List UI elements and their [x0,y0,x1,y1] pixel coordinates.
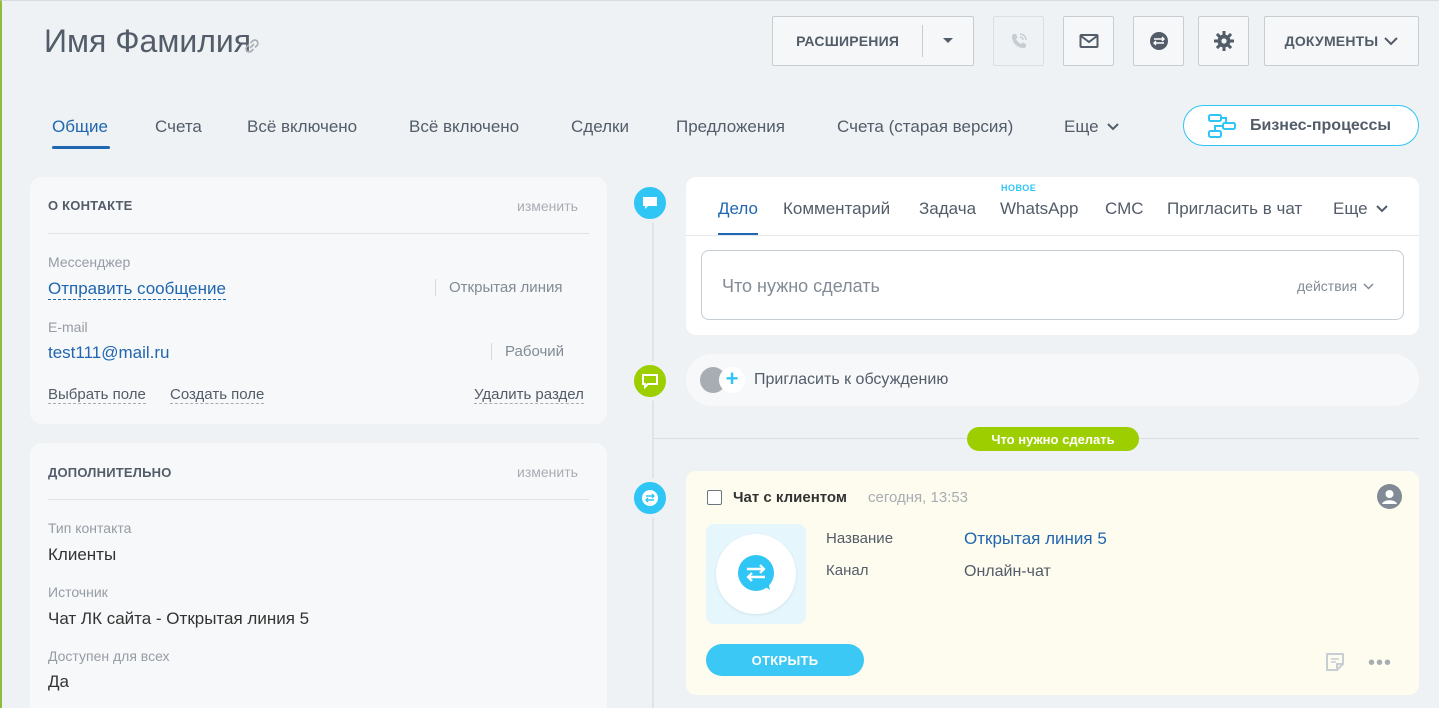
tab-all-inclusive[interactable]: Всё включено [247,117,357,137]
business-processes-button[interactable]: Бизнес-процессы [1183,105,1419,146]
gear-icon [1213,31,1234,51]
tab-quotes[interactable]: Предложения [676,117,785,137]
editor-tab-sms[interactable]: СМС [1105,199,1144,219]
open-button[interactable]: ОТКРЫТЬ [706,644,864,676]
contact-card-title: О КОНТАКТЕ [48,198,133,213]
messenger-type: Открытая линия [435,279,562,296]
actions-dropdown[interactable]: действия [1297,278,1374,294]
available-value: Да [48,672,69,691]
chevron-down-icon [1384,36,1399,45]
divider [48,499,589,500]
extensions-button[interactable]: РАСШИРЕНИЯ [772,16,974,66]
invite-label: Пригласить к обсуждению [754,371,949,388]
editor-tab-todo[interactable]: Задача [919,199,976,219]
additional-edit-link[interactable]: изменить [517,464,578,480]
contact-type-value: Клиенты [48,545,117,564]
chat-button[interactable] [1133,16,1184,66]
editor-tab-invite-chat[interactable]: Пригласить в чат [1167,199,1302,219]
phone-icon [1011,33,1027,48]
page-title: Имя Фамилия [44,23,252,59]
delete-section-link[interactable]: Удалить раздел [474,386,584,404]
chat-bubble-icon [642,374,658,389]
extensions-label: РАСШИРЕНИЯ [796,33,900,49]
email-label: E-mail [48,319,88,335]
todo-section-badge: Что нужно сделать [967,427,1139,451]
chevron-down-icon [1363,282,1374,290]
complete-checkbox[interactable] [707,490,722,505]
additional-card [30,443,607,708]
chevron-down-icon [1375,205,1388,213]
timeline-comment-node [630,183,670,223]
responsible-user-icon[interactable] [1377,484,1402,509]
name-label: Название [826,530,894,547]
editor-tab-comment[interactable]: Комментарий [783,199,890,219]
editor-tab-more-label: Еще [1333,199,1368,218]
additional-card-title: ДОПОЛНИТЕЛЬНО [48,465,172,480]
source-value: Чат ЛК сайта - Открытая линия 5 [48,609,310,628]
chat-title[interactable]: Чат с клиентом [733,489,847,506]
documents-button[interactable]: ДОКУМЕНТЫ [1264,16,1419,66]
email-link[interactable]: test111@mail.ru [48,343,170,363]
tab-more-label: Еще [1064,117,1099,136]
timeline-chat-node [630,361,670,401]
settings-button[interactable] [1198,16,1249,66]
todo-placeholder: Что нужно сделать [722,276,880,296]
open-line-link[interactable]: Открытая линия 5 [964,529,1107,549]
new-badge: НОВОЕ [1001,183,1037,193]
actions-label: действия [1297,278,1358,294]
tab-general[interactable]: Общие [52,117,108,137]
comment-icon [643,197,657,209]
tab-all-inclusive-2[interactable]: Всё включено [409,117,519,137]
mail-icon [1079,34,1098,48]
chevron-down-icon [1106,123,1119,131]
tab-invoices[interactable]: Счета [155,117,202,137]
email-button[interactable] [1063,16,1114,66]
active-tab-indicator [52,146,110,149]
editor-tab-more[interactable]: Еще [1333,199,1388,219]
open-line-icon [716,534,796,614]
divider [48,233,589,234]
note-icon[interactable] [1324,651,1346,673]
contact-type-label: Тип контакта [48,520,132,536]
open-line-icon [642,490,658,506]
more-actions-icon[interactable]: ••• [1368,652,1392,675]
chevron-down-icon[interactable] [923,37,973,45]
editor-tab-task[interactable]: Дело [718,199,758,219]
divider [686,235,1419,236]
email-type: Рабочий [491,343,564,360]
chat-icon [1149,32,1168,50]
messenger-label: Мессенджер [48,254,131,270]
channel-label: Канал [826,562,869,579]
phone-button[interactable] [993,16,1044,66]
create-field-link[interactable]: Создать поле [170,386,265,404]
timeline-openline-node [630,478,670,518]
tab-invoices-old[interactable]: Счета (старая версия) [837,117,1013,137]
link-icon[interactable] [245,39,259,53]
timeline-line [652,201,654,708]
tab-deals[interactable]: Сделки [571,117,629,137]
channel-value: Онлайн-чат [964,563,1051,580]
available-label: Доступен для всех [48,648,170,664]
business-process-icon [1208,113,1236,138]
chat-time: сегодня, 13:53 [868,489,969,506]
add-user-icon[interactable]: + [719,367,745,393]
business-processes-label: Бизнес-процессы [1250,116,1392,134]
editor-tab-whatsapp[interactable]: WhatsApp [1000,199,1078,219]
send-message-link[interactable]: Отправить сообщение [48,279,226,300]
source-label: Источник [48,584,108,600]
tab-more[interactable]: Еще [1064,117,1119,137]
contact-edit-link[interactable]: изменить [517,198,578,214]
documents-label: ДОКУМЕНТЫ [1284,33,1379,49]
choose-field-link[interactable]: Выбрать поле [48,386,146,404]
